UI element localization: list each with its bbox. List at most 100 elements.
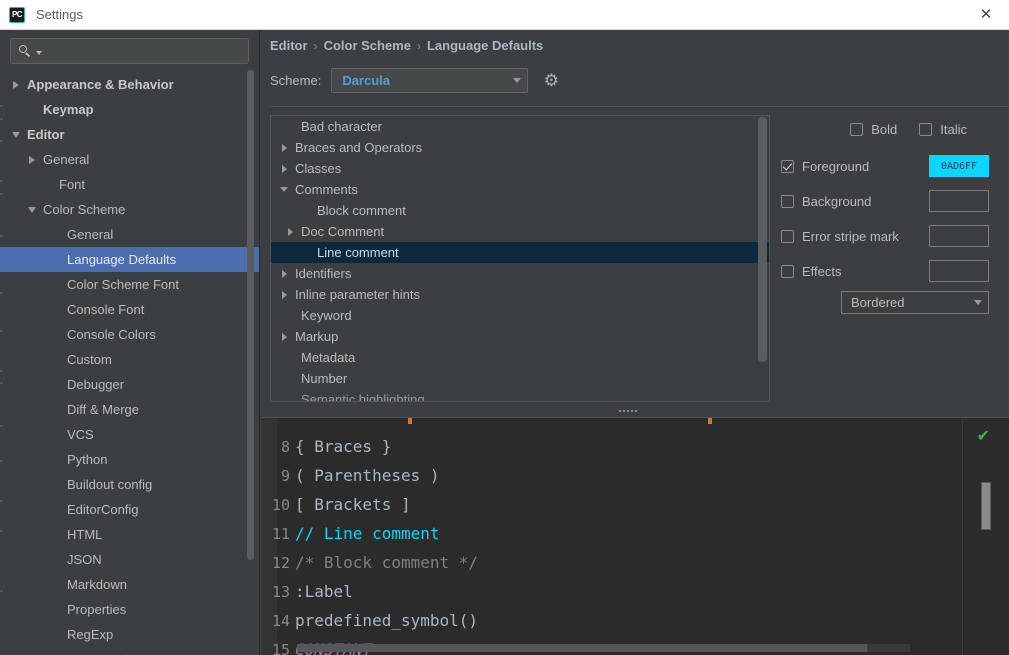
bold-checkbox[interactable]: Bold — [850, 122, 897, 137]
chevron-right-icon[interactable] — [8, 80, 24, 89]
sidebar-item-regexp[interactable]: RegExp — [0, 622, 259, 647]
background-color-swatch[interactable] — [929, 190, 989, 212]
effects-color-swatch[interactable] — [929, 260, 989, 282]
attribute-list-item[interactable]: Inline parameter hints — [271, 284, 769, 305]
sidebar-item-properties[interactable]: Properties — [0, 597, 259, 622]
search-input[interactable] — [42, 44, 248, 58]
chevron-right-icon[interactable] — [277, 290, 291, 299]
error-stripe-mark-checkbox[interactable]: Error stripe mark — [781, 229, 929, 244]
attribute-list-item-label: Bad character — [301, 119, 382, 134]
foreground-checkbox[interactable]: Foreground — [781, 159, 929, 174]
attribute-list-item[interactable]: Markup — [271, 326, 769, 347]
preview-splitter[interactable] — [261, 405, 1009, 417]
settings-window: Settings ✕ Appearance & Behavior Keymap Ed… — [0, 0, 1009, 655]
sidebar-item-language-defaults[interactable]: Language Defaults — [0, 247, 259, 272]
chevron-right-icon[interactable] — [24, 155, 40, 164]
sidebar-item-html[interactable]: HTML — [0, 522, 259, 547]
line-number: 12 — [271, 553, 290, 572]
chevron-down-icon[interactable] — [24, 206, 40, 213]
sidebar-item-json[interactable]: JSON — [0, 547, 259, 572]
code-area[interactable]: 8 { Braces } 9 ( Parentheses ) 10 [ Brackets … — [261, 418, 962, 655]
marker-column[interactable]: ✔ — [962, 418, 994, 655]
breadcrumb-item[interactable]: Language Defaults — [427, 38, 543, 53]
sidebar-item-python[interactable]: Python — [0, 447, 259, 472]
italic-checkbox[interactable]: Italic — [919, 122, 967, 137]
title-bar: Settings ✕ — [0, 0, 1009, 30]
attribute-list-item[interactable]: Block comment — [271, 200, 769, 221]
code-preview[interactable]: 8 { Braces } 9 ( Parentheses ) 10 [ Brackets … — [261, 417, 1009, 655]
attribute-list-item[interactable]: Classes — [271, 158, 769, 179]
sidebar-item-diff-merge[interactable]: Diff & Merge — [0, 397, 259, 422]
attribute-list-item[interactable]: Line comment — [271, 242, 769, 263]
gear-icon[interactable]: ⚙ — [542, 72, 560, 90]
error-stripe-mark-color-swatch[interactable] — [929, 225, 989, 247]
scheme-dropdown[interactable]: Darcula — [331, 68, 529, 93]
line-number: 10 — [271, 495, 290, 514]
foreground-color-swatch[interactable]: 0AD6FF — [929, 155, 989, 177]
sidebar-item-vcs[interactable]: VCS — [0, 422, 259, 447]
chevron-down-icon[interactable] — [277, 187, 291, 192]
pycharm-logo-icon — [9, 6, 25, 23]
attribute-list-item[interactable]: Number — [271, 368, 769, 389]
attribute-list-item[interactable]: Doc Comment — [271, 221, 769, 242]
sidebar-item-console-font[interactable]: Console Font — [0, 297, 259, 322]
code-vscrollbar-thumb[interactable] — [981, 482, 991, 530]
chevron-right-icon[interactable] — [277, 164, 291, 173]
settings-tree[interactable]: Appearance & Behavior Keymap Editor General… — [0, 72, 259, 655]
attribute-list-item[interactable]: Keyword — [271, 305, 769, 326]
attribute-list-item[interactable]: Identifiers — [271, 263, 769, 284]
sidebar-item-label: EditorConfig — [67, 502, 139, 517]
chevron-right-icon[interactable] — [277, 143, 291, 152]
sidebar-item-color-scheme-font[interactable]: Color Scheme Font — [0, 272, 259, 297]
attribute-list-item[interactable]: Comments — [271, 179, 769, 200]
attribute-row-label: Background — [802, 193, 872, 209]
code-line: 13:Label — [261, 577, 962, 606]
code-token: predefined_symbol() — [295, 611, 479, 630]
sidebar-item-keymap[interactable]: Keymap — [0, 97, 259, 122]
sidebar-item-label: RegExp — [67, 627, 114, 642]
sidebar-scrollbar-thumb[interactable] — [247, 70, 254, 560]
sidebar-item-editorconfig[interactable]: EditorConfig — [0, 497, 259, 522]
attribute-list-item[interactable]: Metadata — [271, 347, 769, 368]
attribute-list-item[interactable]: Bad character — [271, 116, 769, 137]
sidebar-item-buildout-config[interactable]: Buildout config — [0, 472, 259, 497]
sidebar-item-editor[interactable]: Editor — [0, 122, 259, 147]
sidebar-item-markdown[interactable]: Markdown — [0, 572, 259, 597]
chevron-right-icon[interactable] — [283, 227, 297, 236]
scheme-row: Scheme: Darcula ⚙ — [270, 68, 560, 93]
attribute-row: Effects — [781, 258, 989, 284]
sidebar-item-console-colors[interactable]: Console Colors — [0, 322, 259, 347]
sidebar-item-general[interactable]: General — [0, 222, 259, 247]
close-icon[interactable]: ✕ — [963, 0, 1009, 29]
attribute-list[interactable]: Bad character Braces and Operators Classes… — [270, 115, 770, 402]
sidebar-item-structured-text[interactable]: Structured Text — [0, 647, 259, 655]
inspection-ok-icon[interactable]: ✔ — [977, 428, 990, 444]
sidebar-item-appearance-behavior[interactable]: Appearance & Behavior — [0, 72, 259, 97]
header-divider — [270, 106, 1009, 107]
sidebar-item-label: Editor — [27, 127, 65, 142]
attribute-list-item-label: Line comment — [317, 245, 399, 260]
search-icon — [18, 43, 34, 59]
code-token: :Label — [295, 582, 353, 601]
breadcrumb-item[interactable]: Editor — [270, 38, 308, 53]
chevron-down-icon[interactable] — [8, 131, 24, 138]
effect-type-dropdown[interactable]: Bordered — [841, 291, 989, 314]
attribute-list-scrollbar-thumb[interactable] — [758, 117, 767, 362]
code-hscrollbar-thumb[interactable] — [297, 644, 867, 652]
checkbox-box — [781, 264, 794, 278]
background-checkbox[interactable]: Background — [781, 194, 929, 209]
effects-checkbox[interactable]: Effects — [781, 264, 929, 279]
sidebar-item-font[interactable]: Font — [0, 172, 259, 197]
attribute-list-item[interactable]: Braces and Operators — [271, 137, 769, 158]
search-field[interactable] — [10, 38, 249, 64]
sidebar-item-color-scheme[interactable]: Color Scheme — [0, 197, 259, 222]
code-line: 10 [ Brackets ] — [261, 490, 962, 519]
chevron-right-icon[interactable] — [277, 332, 291, 341]
attributes-panel: Bold Italic Foreground 0AD6FF Background Er… — [773, 115, 1003, 402]
sidebar-item-general[interactable]: General — [0, 147, 259, 172]
chevron-right-icon[interactable] — [277, 269, 291, 278]
breadcrumb-item[interactable]: Color Scheme — [324, 38, 411, 53]
sidebar-item-debugger[interactable]: Debugger — [0, 372, 259, 397]
sidebar-item-custom[interactable]: Custom — [0, 347, 259, 372]
attribute-list-item[interactable]: Semantic highlighting — [271, 389, 769, 401]
